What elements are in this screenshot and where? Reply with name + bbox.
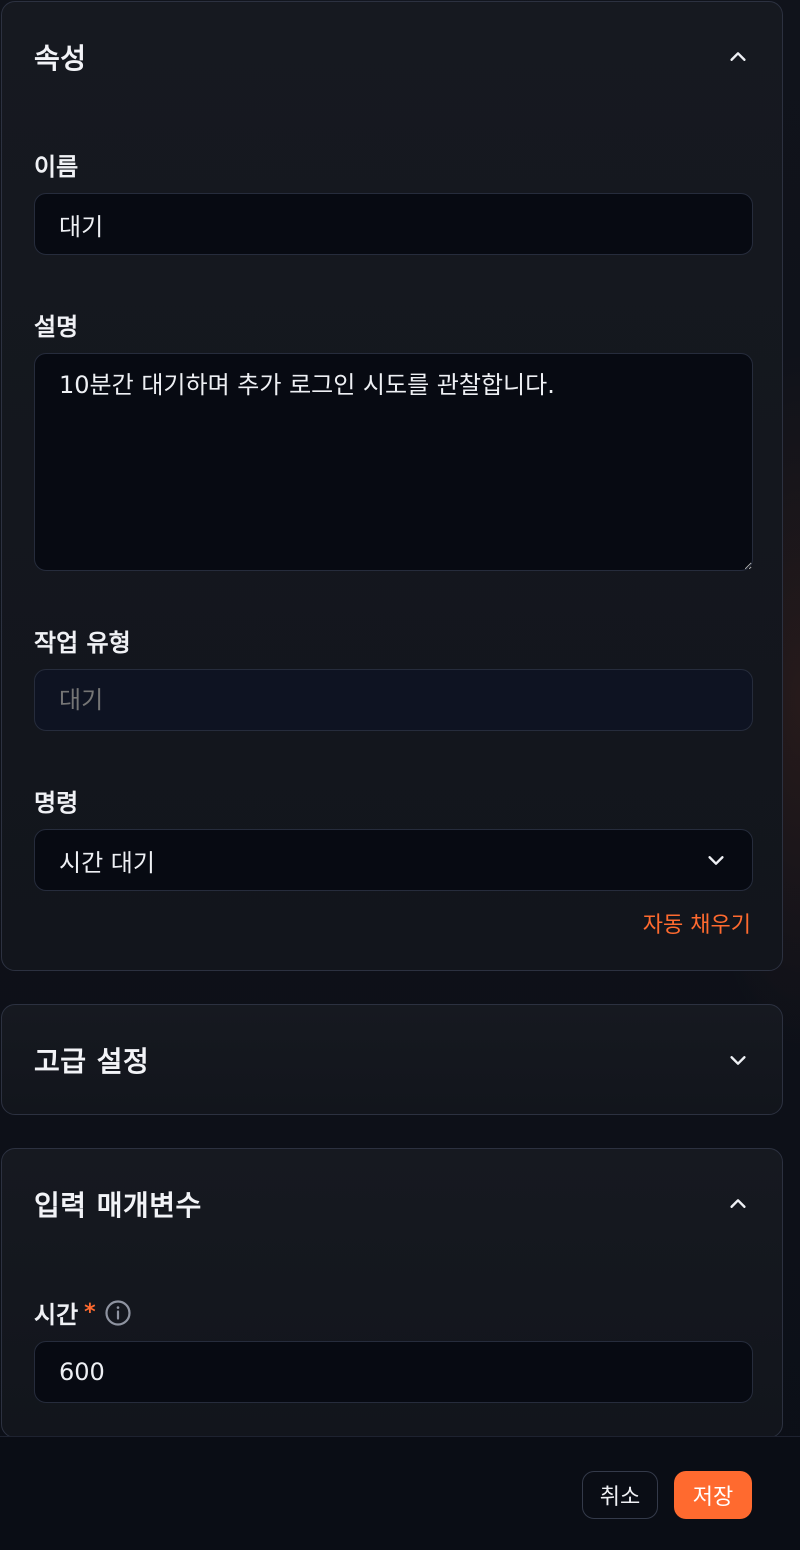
- name-input[interactable]: [34, 193, 753, 255]
- cancel-button[interactable]: 취소: [582, 1471, 658, 1519]
- command-select[interactable]: 시간 대기: [34, 829, 753, 891]
- properties-panel-header[interactable]: 속성: [2, 2, 782, 112]
- input-parameters-title: 입력 매개변수: [34, 1189, 202, 1222]
- action-type-label: 작업 유형: [34, 629, 131, 657]
- chevron-up-icon[interactable]: [726, 45, 750, 69]
- command-selected-value: 시간 대기: [59, 848, 155, 877]
- time-label-text: 시간: [34, 1301, 79, 1329]
- name-label: 이름: [34, 153, 79, 181]
- advanced-settings-header[interactable]: 고급 설정: [2, 1005, 782, 1114]
- footer-bar: 취소 저장: [0, 1436, 800, 1550]
- description-textarea[interactable]: 10분간 대기하며 추가 로그인 시도를 관찰합니다.: [34, 353, 753, 571]
- action-type-input: [34, 669, 753, 731]
- chevron-down-icon: [704, 848, 728, 872]
- time-input[interactable]: [34, 1341, 753, 1403]
- description-label: 설명: [34, 313, 79, 341]
- chevron-up-icon[interactable]: [726, 1192, 750, 1216]
- required-mark: *: [84, 1300, 96, 1325]
- autofill-link[interactable]: 자동 채우기: [643, 907, 751, 939]
- info-icon[interactable]: [104, 1299, 132, 1327]
- properties-panel-title: 속성: [34, 42, 87, 75]
- input-parameters-header[interactable]: 입력 매개변수: [2, 1149, 782, 1259]
- advanced-settings-title: 고급 설정: [34, 1044, 150, 1078]
- advanced-settings-panel: 고급 설정: [1, 1004, 783, 1115]
- chevron-down-icon[interactable]: [726, 1048, 750, 1072]
- save-button[interactable]: 저장: [674, 1471, 752, 1519]
- command-label: 명령: [34, 789, 79, 817]
- input-parameters-panel: 입력 매개변수 시간 *: [1, 1148, 783, 1438]
- properties-panel: 속성 이름 설명 10분간 대기하며 추가 로그인 시도를 관찰합니다. 작업 …: [1, 1, 783, 971]
- time-label: 시간 *: [34, 1295, 132, 1330]
